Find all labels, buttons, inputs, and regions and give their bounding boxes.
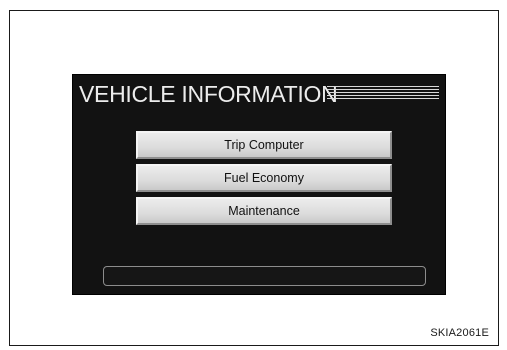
trip-computer-button[interactable]: Trip Computer (136, 131, 392, 159)
maintenance-button[interactable]: Maintenance (136, 197, 392, 225)
figure-id-label: SKIA2061E (430, 327, 489, 339)
display-screen: VEHICLE INFORMATION Trip Computer Fuel E… (72, 74, 446, 295)
screen-title: VEHICLE INFORMATION (79, 81, 338, 107)
figure-frame: VEHICLE INFORMATION Trip Computer Fuel E… (9, 10, 499, 346)
status-bar (103, 266, 426, 286)
fuel-economy-button[interactable]: Fuel Economy (136, 164, 392, 192)
title-decoration-lines (327, 86, 439, 100)
